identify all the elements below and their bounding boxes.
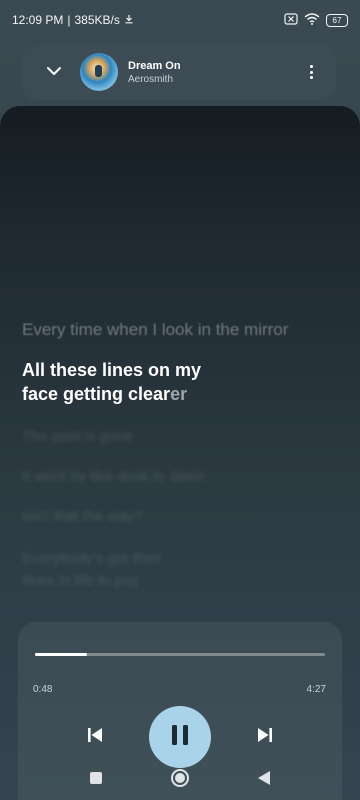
lyric-upcoming-line[interactable]: It went by like dusk to dawn — [22, 466, 342, 488]
lyric-previous-line[interactable]: Every time when I look in the mirror — [22, 319, 342, 341]
lyric-current-part1: All these lines on my — [22, 360, 202, 380]
lyric-upcoming-line[interactable]: Everybody's got their — [22, 548, 342, 570]
more-vert-icon-dot — [309, 76, 313, 79]
next-button[interactable] — [250, 722, 280, 752]
back-button[interactable] — [252, 768, 276, 792]
status-separator: | — [67, 13, 71, 27]
square-icon — [89, 771, 103, 790]
status-bar: 12:09 PM | 385KB/s 67 — [0, 0, 360, 40]
skip-previous-icon — [86, 726, 104, 749]
lyric-upcoming-line[interactable]: dues in life to pay — [22, 570, 342, 592]
lyric-upcoming-line[interactable]: The past is gone — [22, 426, 342, 448]
wifi-icon — [304, 12, 320, 28]
circle-icon — [170, 768, 190, 793]
system-navigation-bar — [0, 760, 360, 800]
collapse-button[interactable] — [36, 54, 72, 90]
home-button[interactable] — [168, 768, 192, 792]
status-time: 12:09 PM — [12, 13, 64, 27]
track-info: Dream On Aerosmith — [128, 60, 296, 85]
lyric-upcoming-line[interactable]: Isn't that the way? — [22, 506, 342, 528]
track-artist: Aerosmith — [128, 73, 174, 85]
lyric-current-line[interactable]: All these lines on my face getting clear… — [22, 358, 342, 406]
skip-next-icon — [256, 726, 274, 749]
status-left: 12:09 PM | 385KB/s — [12, 13, 134, 27]
triangle-back-icon — [257, 770, 271, 791]
lyric-current-sung: face getting clear — [22, 384, 171, 404]
status-speed: 385KB/s — [74, 13, 120, 27]
track-title: Dream On — [128, 59, 181, 72]
chevron-down-icon — [46, 63, 62, 81]
no-sim-icon — [284, 12, 298, 28]
progress-fill — [35, 653, 88, 656]
previous-button[interactable] — [80, 722, 110, 752]
more-vert-icon — [309, 65, 313, 68]
now-playing-header: Dream On Aerosmith — [22, 44, 336, 100]
battery-icon: 67 — [326, 13, 348, 27]
album-art — [80, 53, 118, 91]
pause-button[interactable] — [149, 706, 211, 768]
more-options-button[interactable] — [296, 54, 326, 90]
pause-icon — [169, 723, 191, 752]
more-vert-icon-dot — [309, 70, 313, 74]
progress-bar[interactable] — [35, 653, 325, 656]
recent-apps-button[interactable] — [84, 768, 108, 792]
status-right: 67 — [284, 12, 348, 28]
download-icon — [124, 13, 134, 27]
total-time: 4:27 — [306, 684, 326, 695]
elapsed-time: 0:48 — [33, 684, 53, 695]
lyric-current-unsung: er — [170, 384, 188, 404]
